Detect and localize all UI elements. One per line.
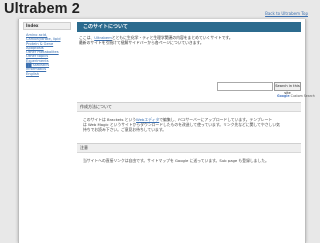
sidebar: Index Amino acid, Carbohydrate, lipid Pr… [23,22,71,76]
search-input[interactable] [217,82,273,91]
notes-section-title: 注意 [77,144,301,153]
site-search: Search in this site Google Custom Search [217,82,315,102]
main-header: このサイトについて [77,22,301,32]
notes-section-body: 当サイトへの直接リンクは自由です。サイトマップを Google に送っています。… [83,158,269,163]
notes-section: 注意 当サイトへの直接リンクは自由です。サイトマップを Google に送ってい… [77,143,301,163]
site-title: Ultrabem 2 [4,1,80,17]
main-content: このサイトについて ここは、Ultrabemとともに生化学・ティと生理学関連の内… [77,22,315,163]
sidebar-nav: Amino acid, Carbohydrate, lipid Protein … [23,33,71,76]
intro-line2: 最新のサイトを引続けて極解サイドバーから各ページについていきます。 [79,40,204,45]
production-section-body: このサイトは Brackets というWebエディタで編集し、FC2サーバーにア… [77,112,301,133]
production-line3: 持ちでお読み下さい。ご意見お待ちしています。 [83,127,167,133]
custom-search-text: Custom Search [290,94,315,98]
back-to-top-link[interactable]: Back to Ultrabem Top [265,11,308,16]
production-section-title: 作成方法について [77,103,301,112]
page-container: Index Amino acid, Carbohydrate, lipid Pr… [18,19,315,243]
google-custom-search-label: Google Custom Search [277,94,315,98]
sidebar-title: Index [23,22,71,30]
intro-text: ここは、Ultrabemとともに生化学・ティと生理学関連の内容をまとめていくサイ… [77,35,301,45]
sidebar-item-english[interactable]: English [26,72,71,76]
production-section: 作成方法について このサイトは Brackets というWebエディタで編集し、… [77,102,301,133]
search-button[interactable]: Search in this site [274,82,301,95]
google-logo: Google [277,94,290,98]
